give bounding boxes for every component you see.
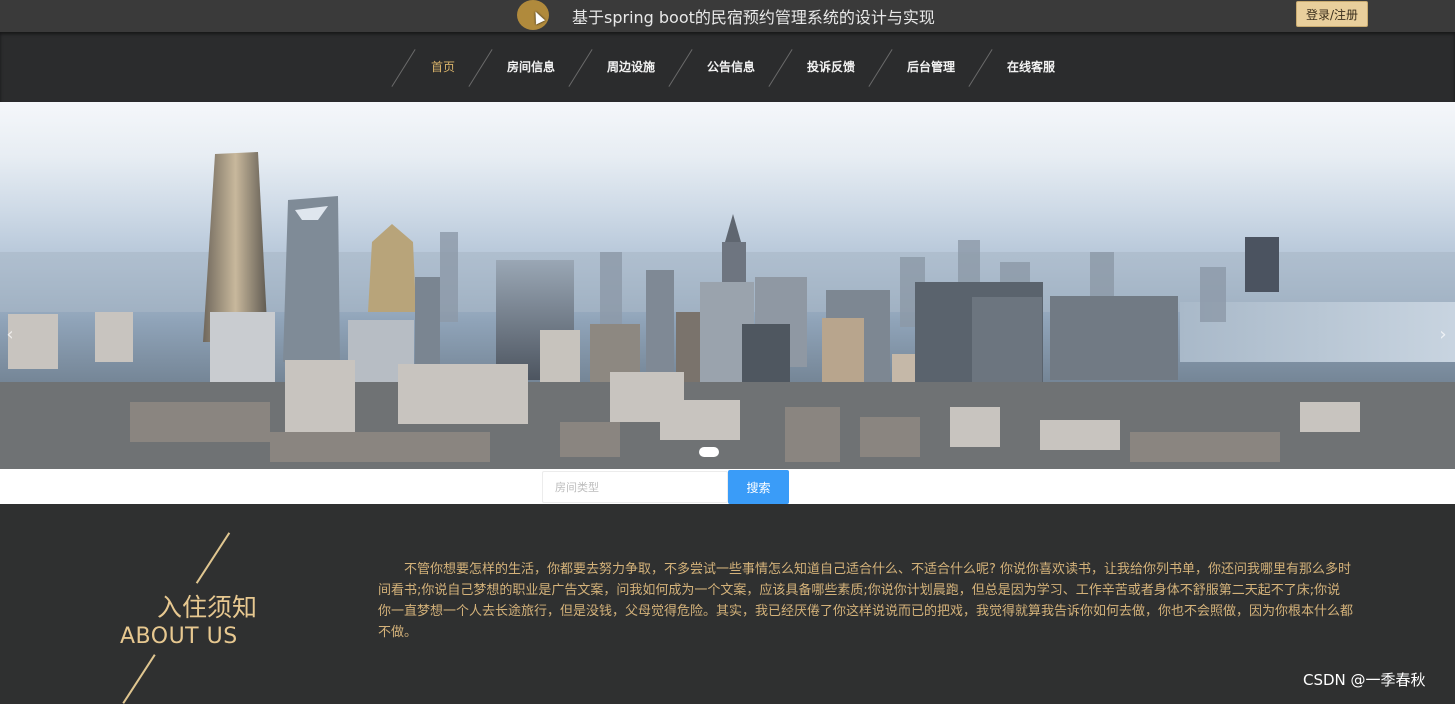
city-skyline-image <box>0 152 1455 469</box>
banner-carousel: ‹ › <box>0 102 1455 469</box>
nav-item-support[interactable]: 在线客服 <box>981 32 1081 102</box>
about-section: 入住须知 ABOUT US 不管你想要怎样的生活，你都要去努力争取，不多尝试一些… <box>0 504 1455 704</box>
nav-item-notices[interactable]: 公告信息 <box>681 32 781 102</box>
carousel-prev-button[interactable]: ‹ <box>0 320 20 350</box>
nav-item-admin[interactable]: 后台管理 <box>881 32 981 102</box>
watermark: CSDN @一季春秋 <box>1303 671 1426 689</box>
search-button[interactable]: 搜索 <box>728 470 789 504</box>
nav-item-home[interactable]: 首页 <box>393 32 493 102</box>
main-nav: 首页 房间信息 周边设施 公告信息 投诉反馈 后台管理 在线客服 <box>0 32 1455 102</box>
decorative-slash-bottom <box>122 654 156 704</box>
top-bar: 基于spring boot的民宿预约管理系统的设计与实现 登录/注册 <box>0 0 1455 32</box>
about-title-chinese: 入住须知 <box>157 593 258 622</box>
about-title-english: ABOUT US <box>120 624 238 649</box>
site-title: 基于spring boot的民宿预约管理系统的设计与实现 <box>572 8 935 27</box>
nav-item-feedback[interactable]: 投诉反馈 <box>781 32 881 102</box>
room-type-search-input[interactable] <box>542 471 728 503</box>
carousel-next-button[interactable]: › <box>1433 320 1453 350</box>
decorative-slash-top <box>195 532 231 584</box>
search-bar: 搜索 <box>0 469 1455 504</box>
chevron-left-icon: ‹ <box>6 324 14 345</box>
nav-item-facilities[interactable]: 周边设施 <box>581 32 681 102</box>
carousel-indicator-dot[interactable] <box>699 447 719 457</box>
nav-item-rooms[interactable]: 房间信息 <box>481 32 581 102</box>
login-register-button[interactable]: 登录/注册 <box>1296 1 1368 27</box>
about-text: 不管你想要怎样的生活，你都要去努力争取，不多尝试一些事情怎么知道自己适合什么、不… <box>378 562 1354 640</box>
chevron-right-icon: › <box>1439 324 1447 345</box>
